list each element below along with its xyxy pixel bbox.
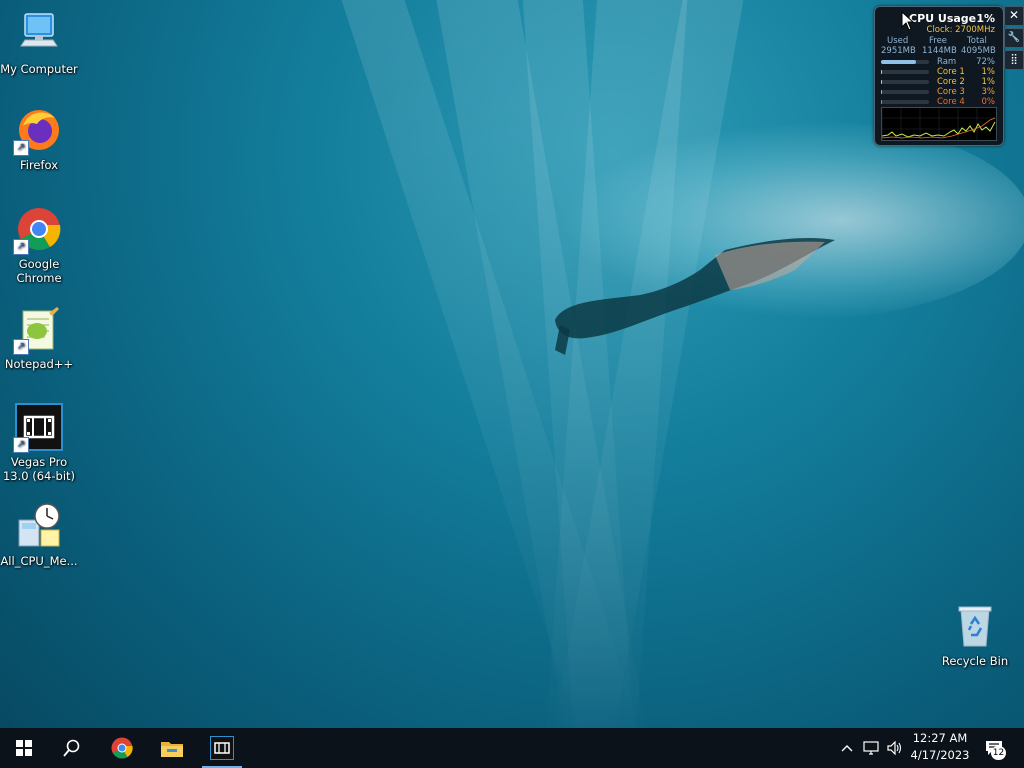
desktop-icon-label: Firefox	[19, 158, 59, 172]
gadget-drag-handle[interactable]: ⣿	[1004, 50, 1024, 70]
desktop-background	[0, 0, 1024, 728]
gadget-clock: Clock: 2700MHz	[926, 25, 995, 35]
gadget-total-value: 4095MB	[961, 46, 996, 56]
search-button[interactable]	[48, 728, 96, 768]
core-bar-fill	[881, 100, 882, 104]
start-button[interactable]	[0, 728, 48, 768]
row-value: 1%	[981, 67, 996, 77]
row-name: Core 2	[937, 77, 965, 87]
core-bar	[881, 70, 929, 74]
row-name: Ram	[937, 57, 957, 67]
desktop-icon-label: Recycle Bin	[941, 654, 1009, 668]
desktop-icon-label: Notepad++	[4, 357, 74, 371]
row-value: 72%	[976, 57, 995, 67]
gadget-free-value: 1144MB	[922, 46, 957, 56]
notepadpp-icon: ↗	[13, 305, 63, 355]
gadget-row-core2: Core 2 1%	[881, 77, 995, 87]
taskbar-file-explorer-button[interactable]	[148, 728, 196, 768]
speaker-icon	[887, 741, 902, 755]
shortcut-arrow-icon: ↗	[13, 140, 29, 156]
core-bar	[881, 90, 929, 94]
cpu-meter-icon	[15, 502, 63, 550]
core-bar-fill	[881, 90, 882, 94]
row-name: Core 4	[937, 97, 965, 107]
desktop-icon-vegas-pro[interactable]: ↗ Vegas Pro 13.0 (64-bit)	[0, 403, 78, 483]
gadget-row-ram: Ram 72%	[881, 57, 995, 67]
gadget-close-button[interactable]: ✕	[1004, 6, 1024, 26]
cpu-history-chart	[881, 108, 996, 140]
row-name: Core 3	[937, 87, 965, 97]
start-icon	[16, 740, 32, 756]
firefox-icon: ↗	[13, 106, 63, 156]
cpu-usage-gadget[interactable]: CPU Usage 1% Clock: 2700MHz Used Free To…	[874, 6, 1004, 146]
clock-date: 4/17/2023	[910, 748, 970, 762]
row-value: 3%	[981, 87, 996, 97]
desktop-icon-label: My Computer	[0, 62, 78, 76]
chrome-icon	[111, 737, 133, 759]
action-center-button[interactable]: 12	[980, 728, 1008, 768]
network-tray-button[interactable]	[860, 728, 882, 768]
desktop-icon-label: Google Chrome	[16, 257, 62, 285]
chrome-icon: ↗	[13, 205, 63, 255]
diver-silhouette	[555, 238, 835, 355]
notification-count-badge: 12	[991, 746, 1006, 760]
taskbar-vegas-pro-button[interactable]	[198, 728, 246, 768]
gadget-row-core3: Core 3 3%	[881, 87, 995, 97]
row-value: 0%	[981, 97, 996, 107]
desktop-icon-my-computer[interactable]: My Computer	[0, 10, 78, 76]
shortcut-arrow-icon: ↗	[13, 437, 29, 453]
gadget-header-free: Free	[929, 36, 948, 46]
file-explorer-icon	[161, 742, 183, 757]
desktop-icon-firefox[interactable]: ↗ Firefox	[0, 106, 78, 172]
clock-time: 12:27 AM	[912, 731, 968, 745]
volume-tray-button[interactable]	[884, 728, 906, 768]
core-bar-fill	[881, 70, 882, 74]
ram-bar-fill	[881, 60, 916, 64]
row-value: 1%	[981, 77, 996, 87]
taskbar: 12:27 AM 4/17/2023 12	[0, 728, 1024, 768]
core-bar	[881, 80, 929, 84]
desktop-icon-label: Vegas Pro 13.0 (64-bit)	[2, 455, 76, 483]
gadget-used-value: 2951MB	[881, 46, 916, 56]
shortcut-arrow-icon: ↗	[13, 339, 29, 355]
gadget-side-controls: ✕ 🔧 ⣿	[1004, 6, 1024, 72]
gadget-cpu-percent: 1%	[976, 12, 995, 25]
desktop-icon-google-chrome[interactable]: ↗ Google Chrome	[0, 205, 78, 285]
gadget-title: CPU Usage	[909, 12, 977, 25]
taskbar-chrome-button[interactable]	[98, 728, 146, 768]
gadget-header-total: Total	[967, 36, 987, 46]
gadget-row-core1: Core 1 1%	[881, 67, 995, 77]
taskbar-clock[interactable]: 12:27 AM 4/17/2023	[908, 730, 972, 764]
core-bar-fill	[881, 80, 882, 84]
core-bar	[881, 100, 929, 104]
cpu-history-graph	[881, 107, 997, 141]
chevron-up-icon	[841, 745, 853, 752]
recycle-bin-icon	[951, 602, 999, 650]
desktop-icon-label: All_CPU_Me...	[0, 554, 78, 568]
row-name: Core 1	[937, 67, 965, 77]
show-hidden-icons-button[interactable]	[838, 728, 856, 768]
mouse-cursor-icon	[901, 11, 915, 31]
ram-bar	[881, 60, 929, 64]
desktop-icon-notepadpp[interactable]: ↗ Notepad++	[0, 305, 78, 371]
gadget-header-used: Used	[887, 36, 909, 46]
desktop-icon-all-cpu-meter[interactable]: All_CPU_Me...	[0, 502, 78, 568]
vegas-pro-icon: ↗	[13, 403, 63, 453]
vegas-pro-icon	[210, 736, 234, 760]
desktop-icon-recycle-bin[interactable]: Recycle Bin	[936, 602, 1014, 668]
shortcut-arrow-icon: ↗	[13, 239, 29, 255]
network-icon	[863, 741, 879, 755]
search-icon	[63, 739, 80, 757]
gadget-settings-button[interactable]: 🔧	[1004, 28, 1024, 48]
computer-icon	[15, 10, 63, 58]
gadget-row-core4: Core 4 0%	[881, 97, 995, 107]
